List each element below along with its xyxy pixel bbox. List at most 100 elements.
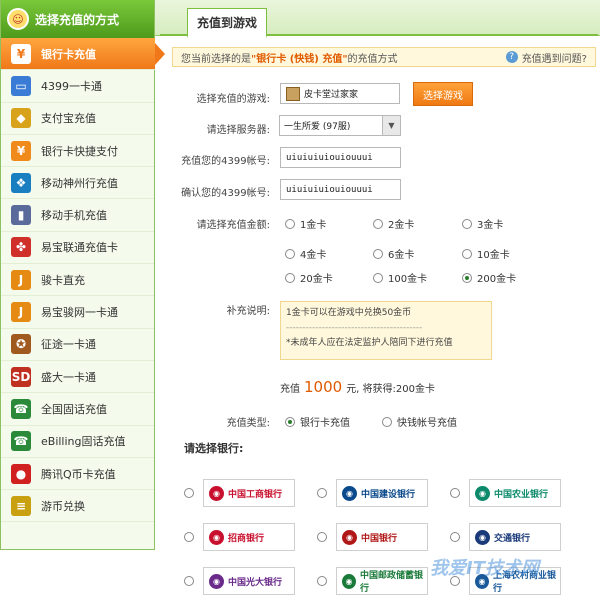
amount-option[interactable]: 10金卡 [462, 246, 510, 261]
radio-button[interactable] [285, 218, 295, 229]
summary-suffix: 元, 将获得:200金卡 [346, 384, 436, 395]
radio-button[interactable] [285, 416, 295, 427]
radio-button[interactable] [373, 272, 383, 283]
sidebar-item[interactable]: ▮ 移动手机充值 [1, 199, 154, 232]
sidebar-item[interactable]: ◆ 支付宝充值 [1, 103, 154, 135]
amount-option[interactable]: 1金卡 [285, 216, 326, 231]
bank-name: 中国工商银行 [228, 489, 283, 500]
bank-option[interactable]: ◉ 中国邮政储蓄银行 [317, 567, 428, 595]
radio-button[interactable] [462, 272, 472, 283]
radio-button[interactable] [184, 576, 194, 586]
sidebar-item[interactable]: SD 盛大一卡通 [1, 361, 154, 394]
radio-button[interactable] [462, 248, 472, 259]
sidebar-item-label: 腾讯Q币卡充值 [41, 467, 116, 481]
icbc-logo-icon: ◉ [209, 485, 224, 501]
radio-button[interactable] [317, 532, 327, 542]
bank-option[interactable]: ◉ 中国农业银行 [450, 479, 561, 507]
bank-logo[interactable]: ◉ 中国邮政储蓄银行 [336, 567, 428, 595]
amount-option[interactable]: 200金卡 [462, 270, 516, 285]
recharge-type-option[interactable]: 银行卡充值 [285, 414, 350, 429]
bank-logo[interactable]: ◉ 中国银行 [336, 523, 428, 551]
sidebar-item[interactable]: ☎ eBilling固话充值 [1, 426, 154, 458]
chevron-down-icon[interactable]: ▼ [382, 116, 400, 135]
radio-button[interactable] [373, 218, 383, 229]
bank-logo[interactable]: ◉ 交通银行 [469, 523, 561, 551]
radio-button[interactable] [462, 218, 472, 229]
sidebar-item[interactable]: ≡ 游币兑换 [1, 490, 154, 523]
amount-option[interactable]: 100金卡 [373, 270, 427, 285]
game-field[interactable]: 皮卡堂过家家 [280, 83, 400, 104]
radio-button[interactable] [184, 532, 194, 542]
note-line: 1金卡可以在游戏中兑换50金币 [286, 308, 412, 318]
sidebar-item-label: 银行卡充值 [41, 47, 96, 61]
main-panel: 充值到游戏 您当前选择的是 "银行卡 (快钱) 充值" 的充值方式 ? 充值遇到… [160, 6, 598, 601]
boc-logo-icon: ◉ [342, 529, 357, 545]
bank-option[interactable]: ◉ 中国工商银行 [184, 479, 295, 507]
notice-method: "银行卡 (快钱) 充值" [251, 53, 348, 65]
bank-option[interactable]: ◉ 招商银行 [184, 523, 295, 551]
radio-button[interactable] [450, 488, 460, 498]
sidebar-item-label: 移动神州行充值 [41, 176, 118, 190]
qq-penguin-icon: ● [11, 463, 31, 484]
recharge-type-option[interactable]: 快钱帐号充值 [382, 414, 457, 429]
bank-section-title: 请选择银行: [184, 442, 244, 455]
sidebar-item[interactable]: ¥ 银行卡快捷支付 [1, 135, 154, 168]
amount-option[interactable]: 3金卡 [462, 216, 503, 231]
sidebar-item[interactable]: ✤ 易宝联通充值卡 [1, 232, 154, 265]
amount-option-label: 200金卡 [477, 274, 517, 285]
note-line: *未成年人应在法定监护人陪同下进行充值 [286, 338, 453, 348]
sidebar-item-label: 银行卡快捷支付 [41, 144, 118, 158]
account-input[interactable]: uiuiuiuiouiouuui [280, 147, 401, 168]
bank-logo[interactable]: ◉ 中国建设银行 [336, 479, 428, 507]
bank-option[interactable]: ◉ 中国建设银行 [317, 479, 428, 507]
radio-button[interactable] [373, 248, 383, 259]
sidebar-header: ☺ 选择充值的方式 [1, 0, 154, 38]
note-box: 1金卡可以在游戏中兑换50金币 ------------------------… [280, 301, 492, 360]
help-link[interactable]: ? 充值遇到问题? [505, 50, 587, 65]
amount-option[interactable]: 20金卡 [285, 270, 333, 285]
amount-option[interactable]: 6金卡 [373, 246, 414, 261]
radio-button[interactable] [382, 416, 392, 427]
notice-prefix: 您当前选择的是 [181, 53, 251, 65]
bank-logo[interactable]: ◉ 招商银行 [203, 523, 295, 551]
bank-option[interactable]: ◉ 中国光大银行 [184, 567, 295, 595]
sidebar-item-label: 盛大一卡通 [41, 370, 96, 384]
radio-button[interactable] [285, 248, 295, 259]
sidebar-item[interactable]: ☎ 全国固话充值 [1, 393, 154, 426]
unicom-icon: ✤ [11, 237, 31, 258]
question-icon: ? [505, 51, 518, 63]
sidebar-item[interactable]: ▭ 4399一卡通 [1, 70, 154, 103]
sidebar-item[interactable]: ❖ 移动神州行充值 [1, 167, 154, 200]
sidebar-item[interactable]: ● 腾讯Q币卡充值 [1, 458, 154, 491]
cmb-logo-icon: ◉ [209, 529, 224, 545]
recharge-type-label: 银行卡充值 [300, 418, 350, 429]
note-label: 补充说明: [226, 306, 270, 317]
radio-button[interactable] [317, 576, 327, 586]
recharge-type-label: 快钱帐号充值 [397, 418, 457, 429]
help-label: 充值遇到问题? [521, 53, 587, 65]
bank-option[interactable]: ◉ 中国银行 [317, 523, 428, 551]
sidebar-item[interactable]: J 骏卡直充 [1, 264, 154, 297]
bank-logo[interactable]: ◉ 中国农业银行 [469, 479, 561, 507]
sidebar-item[interactable]: J 易宝骏网一卡通 [1, 296, 154, 329]
server-select[interactable]: 一生所爱 (97服) ▼ [279, 115, 401, 136]
tab-recharge-to-game[interactable]: 充值到游戏 [187, 8, 267, 38]
server-label: 请选择服务器: [206, 125, 270, 136]
radio-button[interactable] [317, 488, 327, 498]
radio-button[interactable] [184, 488, 194, 498]
radio-button[interactable] [450, 532, 460, 542]
amount-option[interactable]: 2金卡 [373, 216, 414, 231]
radio-button[interactable] [285, 272, 295, 283]
bank-logo[interactable]: ◉ 中国工商银行 [203, 479, 295, 507]
bank-option[interactable]: ◉ 交通银行 [450, 523, 561, 551]
confirm-account-input[interactable]: uiuiuiuiouiouuui [280, 179, 401, 200]
amount-option-label: 100金卡 [388, 274, 428, 285]
amount-option[interactable]: 4金卡 [285, 246, 326, 261]
choose-game-button[interactable]: 选择游戏 [413, 82, 473, 106]
server-value: 一生所爱 (97服) [284, 122, 351, 132]
sidebar-item[interactable]: ✪ 征途一卡通 [1, 329, 154, 361]
bank-logo[interactable]: ◉ 中国光大银行 [203, 567, 295, 595]
amount-label: 请选择充值金额: [196, 220, 270, 231]
ceb-logo-icon: ◉ [209, 573, 224, 589]
sidebar-item[interactable]: ¥ 银行卡充值 [1, 38, 165, 71]
